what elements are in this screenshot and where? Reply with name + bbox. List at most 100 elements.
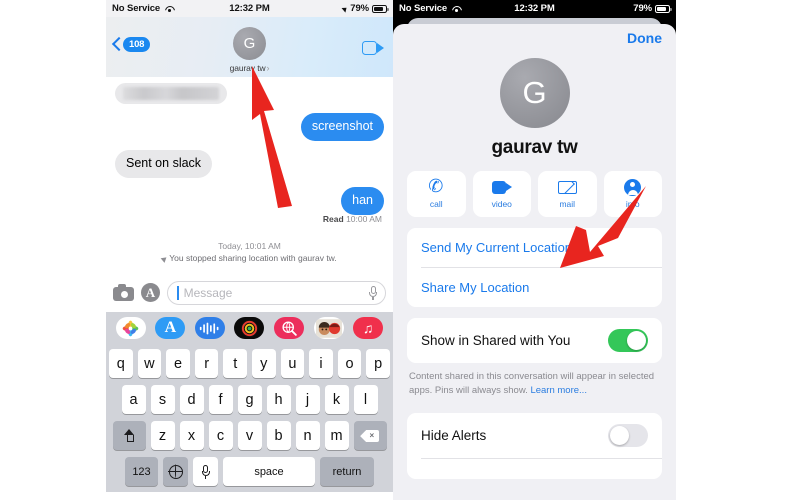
system-text-row: You stopped sharing location with gaurav…: [115, 252, 384, 264]
key-p[interactable]: p: [366, 349, 390, 378]
imessage-app-drawer[interactable]: A ♫: [106, 312, 393, 344]
mail-button[interactable]: mail: [538, 171, 597, 217]
done-button[interactable]: Done: [627, 30, 662, 46]
microphone-icon[interactable]: [369, 285, 377, 300]
key-c[interactable]: c: [208, 421, 233, 450]
incoming-bubble: Sent on slack: [110, 150, 213, 178]
show-in-shared-with-you-row[interactable]: Show in Shared with You: [407, 318, 662, 363]
contact-action-buttons: call video mail info: [393, 159, 676, 217]
key-n[interactable]: n: [295, 421, 320, 450]
app-store-app-icon[interactable]: A: [155, 317, 186, 339]
sheet-header: Done: [393, 24, 676, 54]
nav-contact-name: gaurav tw›: [106, 63, 393, 73]
space-key[interactable]: space: [223, 457, 315, 486]
keyboard-row-1: q w e r t y u i o p: [109, 349, 390, 378]
key-e[interactable]: e: [166, 349, 190, 378]
contact-header: G gaurav tw: [393, 58, 676, 159]
phone-icon: [428, 176, 444, 197]
message-placeholder: Message: [183, 285, 233, 300]
video-camera-icon: [362, 41, 377, 55]
digital-touch-app-icon[interactable]: [194, 317, 225, 339]
key-d[interactable]: d: [179, 385, 204, 414]
key-o[interactable]: o: [337, 349, 362, 378]
key-u[interactable]: u: [280, 349, 305, 378]
right-status-bar: No Service 12:32 PM 79%: [393, 0, 676, 17]
keyboard-row-4: 123 space return: [109, 457, 390, 486]
key-w[interactable]: w: [137, 349, 162, 378]
hide-alerts-toggle[interactable]: [608, 423, 648, 447]
battery-percent: 79%: [633, 3, 652, 14]
avatar: G: [233, 27, 266, 60]
contact-name: gaurav tw: [491, 137, 578, 158]
message-row: [115, 83, 384, 104]
key-x[interactable]: x: [179, 421, 204, 450]
memoji-app-icon[interactable]: [313, 317, 344, 339]
backspace-icon: ×: [362, 429, 379, 442]
keyboard-row-2: a s d f g h j k l: [109, 385, 390, 414]
key-k[interactable]: k: [324, 385, 349, 414]
key-r[interactable]: r: [194, 349, 219, 378]
mail-label: mail: [559, 199, 576, 209]
music-app-icon[interactable]: ♫: [353, 317, 384, 339]
outgoing-bubble: han: [341, 187, 388, 215]
apple-music-app-icon[interactable]: [234, 317, 265, 339]
hide-alerts-card: Hide Alerts: [407, 412, 662, 479]
key-l[interactable]: l: [353, 385, 378, 414]
avatar[interactable]: G: [499, 58, 570, 128]
learn-more-link[interactable]: Learn more...: [530, 385, 587, 396]
images-search-app-icon[interactable]: [274, 317, 305, 339]
key-i[interactable]: i: [309, 349, 333, 378]
video-camera-icon: [491, 181, 512, 194]
backspace-key[interactable]: ×: [353, 421, 387, 450]
right-phone-contact-details-sheet: No Service 12:32 PM 79% Done G gaurav tw: [393, 0, 676, 500]
key-b[interactable]: b: [266, 421, 291, 450]
hide-alerts-row[interactable]: Hide Alerts: [407, 413, 662, 458]
app-store-icon[interactable]: A: [141, 283, 160, 302]
read-time: 10:00 AM: [346, 214, 382, 224]
dictation-key[interactable]: [193, 457, 218, 486]
key-m[interactable]: m: [324, 421, 349, 450]
system-message: Today, 10:01 AM You stopped sharing loca…: [115, 240, 384, 265]
key-q[interactable]: q: [109, 349, 133, 378]
key-s[interactable]: s: [150, 385, 175, 414]
key-t[interactable]: t: [223, 349, 247, 378]
microphone-icon: [201, 464, 210, 479]
key-v[interactable]: v: [237, 421, 262, 450]
person-info-icon: [624, 179, 642, 196]
key-j[interactable]: j: [295, 385, 320, 414]
share-my-location-row[interactable]: Share My Location: [407, 268, 662, 307]
key-g[interactable]: g: [237, 385, 262, 414]
video-button[interactable]: video: [472, 171, 531, 217]
shared-with-you-card: Show in Shared with You: [407, 318, 662, 363]
send-my-current-location-row[interactable]: Send My Current Location: [407, 228, 662, 267]
message-input-bar: A Message: [106, 273, 393, 312]
status-bar-right: 79%: [633, 3, 672, 14]
key-h[interactable]: h: [266, 385, 291, 414]
screenshot-root: No Service 12:32 PM 79% 108 G gaurav tw›: [0, 0, 800, 500]
shift-key[interactable]: [112, 421, 146, 450]
message-input[interactable]: Message: [167, 280, 386, 305]
camera-icon[interactable]: [113, 284, 134, 301]
globe-key[interactable]: [163, 457, 188, 486]
key-a[interactable]: a: [121, 385, 146, 414]
left-phone-messages-screen: No Service 12:32 PM 79% 108 G gaurav tw›: [106, 0, 393, 500]
read-receipt: Read 10:00 AM: [115, 214, 382, 224]
chevron-right-icon: ›: [266, 63, 270, 73]
redacted-message-bubble: [115, 83, 227, 104]
shared-with-you-toggle[interactable]: [608, 329, 648, 352]
battery-percent: 79%: [350, 3, 369, 14]
left-status-bar: No Service 12:32 PM 79%: [106, 0, 393, 17]
info-button[interactable]: info: [603, 171, 662, 217]
return-key[interactable]: return: [320, 457, 374, 486]
nav-contact-button[interactable]: G gaurav tw›: [106, 27, 393, 73]
key-f[interactable]: f: [208, 385, 233, 414]
facetime-button[interactable]: [362, 41, 384, 55]
message-thread[interactable]: screenshot Sent on slack han Read 10:00 …: [106, 77, 393, 273]
numbers-key[interactable]: 123: [125, 457, 158, 486]
envelope-icon: [557, 181, 577, 194]
onscreen-keyboard[interactable]: q w e r t y u i o p a s d f g h j k l z …: [106, 344, 393, 492]
key-z[interactable]: z: [150, 421, 175, 450]
key-y[interactable]: y: [252, 349, 276, 378]
call-button[interactable]: call: [407, 171, 466, 217]
photos-app-icon[interactable]: [115, 317, 146, 339]
